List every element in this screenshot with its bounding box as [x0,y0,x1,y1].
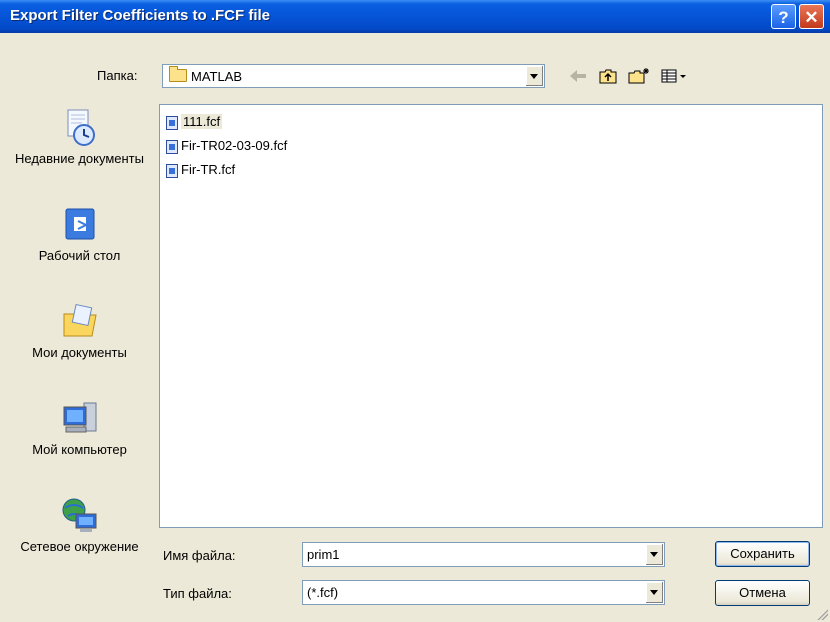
lookin-label: Папка: [97,68,138,83]
my-computer-icon [63,402,96,433]
place-label: Сетевое окружение [20,539,139,554]
close-button[interactable]: ✕ [799,4,824,29]
fcf-file-icon [166,115,178,130]
list-item[interactable]: Fir-TR.fcf [166,161,235,179]
network-icon [62,498,96,532]
view-menu-icon[interactable] [660,67,688,85]
chevron-down-icon[interactable] [645,544,663,565]
up-folder-icon[interactable] [598,67,618,85]
place-my-documents[interactable]: Мои документы [7,302,152,361]
lookin-value: MATLAB [191,69,243,84]
desktop-icon [65,208,94,240]
back-arrow-icon[interactable] [567,67,589,85]
file-name: Fir-TR.fcf [181,162,236,177]
new-folder-icon[interactable] [627,67,651,85]
filename-input[interactable]: prim1 [302,542,665,567]
lookin-dropdown[interactable]: MATLAB [162,64,545,88]
cancel-button[interactable]: Отмена [715,580,810,606]
file-name: Fir-TR02-03-09.fcf [181,138,288,153]
fcf-file-icon [166,139,178,154]
chevron-down-icon[interactable] [645,582,663,603]
place-desktop[interactable]: Рабочий стол [7,205,152,264]
window-title: Export Filter Coefficients to .FCF file [10,7,271,24]
fcf-file-icon [166,163,178,178]
place-label: Мои документы [32,345,127,360]
recent-documents-icon [67,109,95,146]
place-label: Недавние документы [15,151,144,166]
list-item[interactable]: 111.fcf [166,113,223,131]
folder-icon [169,66,187,82]
filetype-value: (*.fcf) [307,585,339,600]
title-bar[interactable]: Export Filter Coefficients to .FCF file … [0,0,830,33]
save-button[interactable]: Сохранить [715,541,810,567]
list-item[interactable]: Fir-TR02-03-09.fcf [166,137,287,155]
place-my-computer[interactable]: Мой компьютер [7,399,152,458]
filetype-dropdown[interactable]: (*.fcf) [302,580,665,605]
chevron-down-icon[interactable] [525,66,543,86]
resize-grip-icon[interactable] [816,608,828,620]
places-bar: Недавние документы Рабочий стол Мои доку… [7,104,152,614]
help-button[interactable]: ? [771,4,796,29]
place-network[interactable]: Сетевое окружение [7,496,152,555]
filetype-label: Тип файла: [163,586,232,601]
my-documents-icon [63,303,97,337]
place-label: Рабочий стол [38,248,121,263]
file-name: 111.fcf [181,114,223,129]
filename-value: prim1 [307,547,340,562]
file-list[interactable]: 111.fcf Fir-TR02-03-09.fcf Fir-TR.fcf [159,104,823,528]
filename-label: Имя файла: [163,548,236,563]
place-label: Мой компьютер [32,442,127,457]
place-recent[interactable]: Недавние документы [7,108,152,167]
